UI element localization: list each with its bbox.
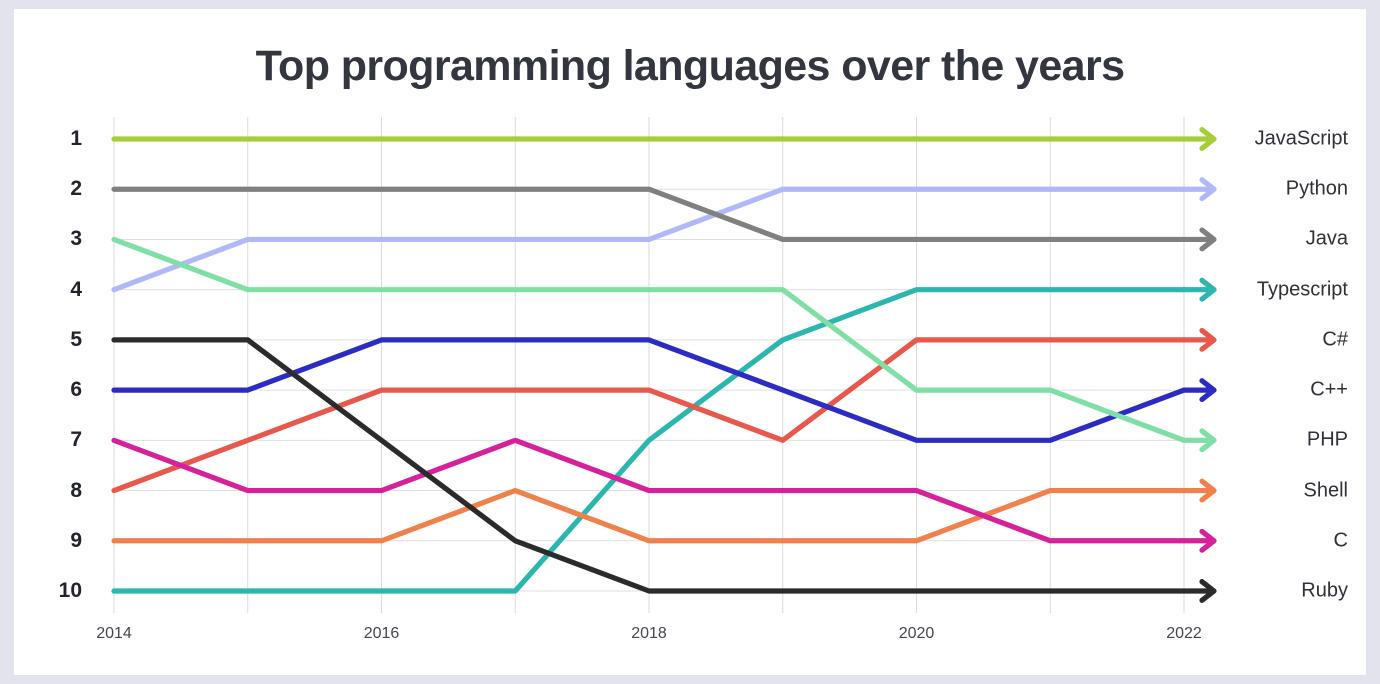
x-axis-tick-2014: 2014 (96, 625, 132, 642)
series-label-c-: C# (1322, 328, 1348, 351)
y-axis-tick-4: 4 (70, 277, 82, 301)
y-axis-tick-10: 10 (58, 579, 82, 602)
series-label-javascript: JavaScript (1254, 127, 1348, 150)
y-axis-tick-9: 9 (70, 528, 82, 552)
y-axis-tick-3: 3 (70, 227, 82, 251)
x-axis-tick-2022: 2022 (1166, 625, 1202, 642)
y-axis-tick-7: 7 (70, 428, 82, 452)
series-label-shell: Shell (1303, 479, 1348, 502)
series-label-c: C (1333, 529, 1348, 552)
line-chart-plot (14, 9, 1366, 675)
series-line-typescript (111, 277, 1217, 594)
chart-svg (111, 117, 1217, 613)
series-label-java: Java (1305, 227, 1348, 250)
y-axis-tick-8: 8 (70, 478, 82, 502)
y-axis-tick-2: 2 (70, 177, 82, 201)
series-line-c (111, 437, 1217, 553)
series-line-javascript (111, 127, 1217, 151)
x-axis-tick-2018: 2018 (631, 625, 667, 642)
chart-card: Top programming languages over the years… (14, 9, 1366, 675)
x-axis-tick-2016: 2016 (363, 625, 400, 642)
series-label-python: Python (1285, 177, 1348, 200)
x-axis-tick-2020: 2020 (898, 625, 935, 642)
y-axis-tick-6: 6 (70, 378, 82, 402)
series-line-c- (111, 327, 1217, 494)
series-label-c-: C++ (1310, 378, 1348, 401)
series-label-typescript: Typescript (1256, 278, 1348, 301)
y-axis-tick-1: 1 (70, 127, 82, 150)
y-axis-tick-5: 5 (70, 327, 82, 351)
series-label-ruby: Ruby (1301, 579, 1348, 602)
series-label-php: PHP (1306, 428, 1348, 451)
